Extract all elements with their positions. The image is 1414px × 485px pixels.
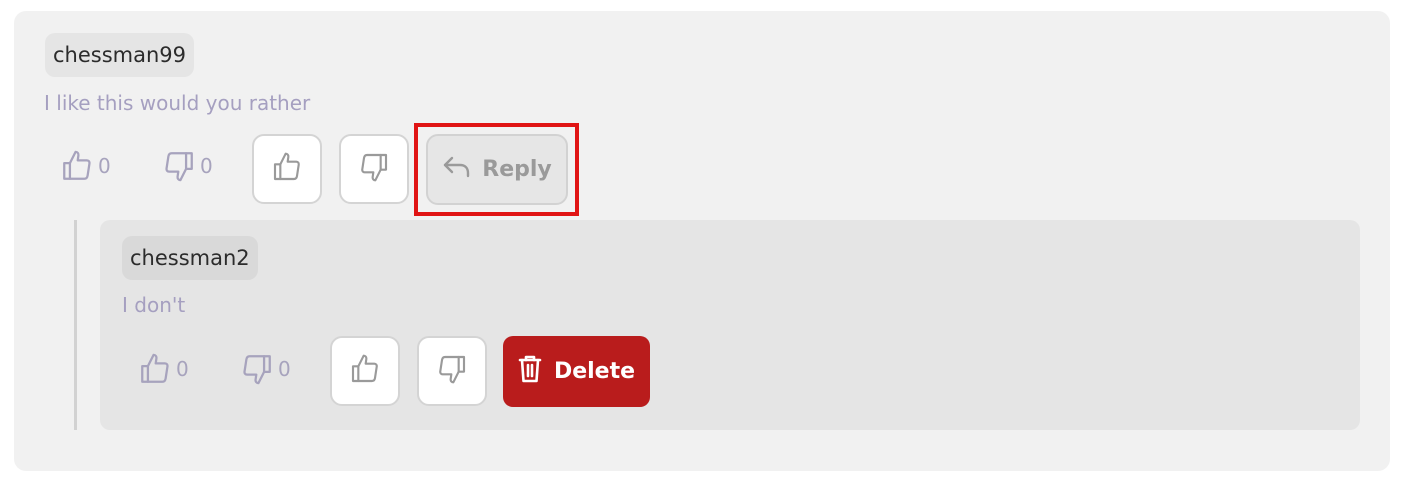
- reply-like-button[interactable]: [330, 336, 400, 406]
- dislike-count-value: 0: [200, 154, 213, 178]
- reply-card: chessman2 I don't 0 0 Delete: [100, 220, 1360, 430]
- reply-button[interactable]: Reply: [426, 134, 568, 205]
- trash-icon: [518, 355, 542, 389]
- delete-label: Delete: [553, 359, 636, 384]
- like-button[interactable]: [252, 134, 322, 204]
- reply-username: chessman2: [122, 236, 258, 280]
- reply-arrow-icon: [442, 154, 472, 186]
- thumbs-up-icon: [349, 353, 381, 389]
- dislike-button[interactable]: [339, 134, 409, 204]
- like-count: 0: [60, 146, 111, 186]
- like-count-value: 0: [98, 154, 111, 178]
- thumbs-down-icon: [162, 149, 196, 183]
- thumbs-down-icon: [358, 151, 390, 187]
- thumbs-down-icon: [240, 352, 274, 386]
- reply-dislike-count: 0: [240, 349, 291, 389]
- thumbs-down-icon: [436, 353, 468, 389]
- comment-username: chessman99: [45, 33, 195, 77]
- reply-dislike-count-value: 0: [278, 357, 291, 381]
- dislike-count: 0: [162, 146, 213, 186]
- thumbs-up-icon: [138, 352, 172, 386]
- reply-dislike-button[interactable]: [417, 336, 487, 406]
- comment-text: I like this would you rather: [44, 91, 311, 115]
- reply-like-count: 0: [138, 349, 189, 389]
- thumbs-up-icon: [60, 149, 94, 183]
- reply-like-count-value: 0: [176, 357, 189, 381]
- reply-text: I don't: [122, 293, 186, 317]
- delete-button[interactable]: Delete: [503, 336, 650, 407]
- thumbs-up-icon: [271, 151, 303, 187]
- reply-label: Reply: [482, 157, 552, 182]
- thread-line: [74, 220, 77, 430]
